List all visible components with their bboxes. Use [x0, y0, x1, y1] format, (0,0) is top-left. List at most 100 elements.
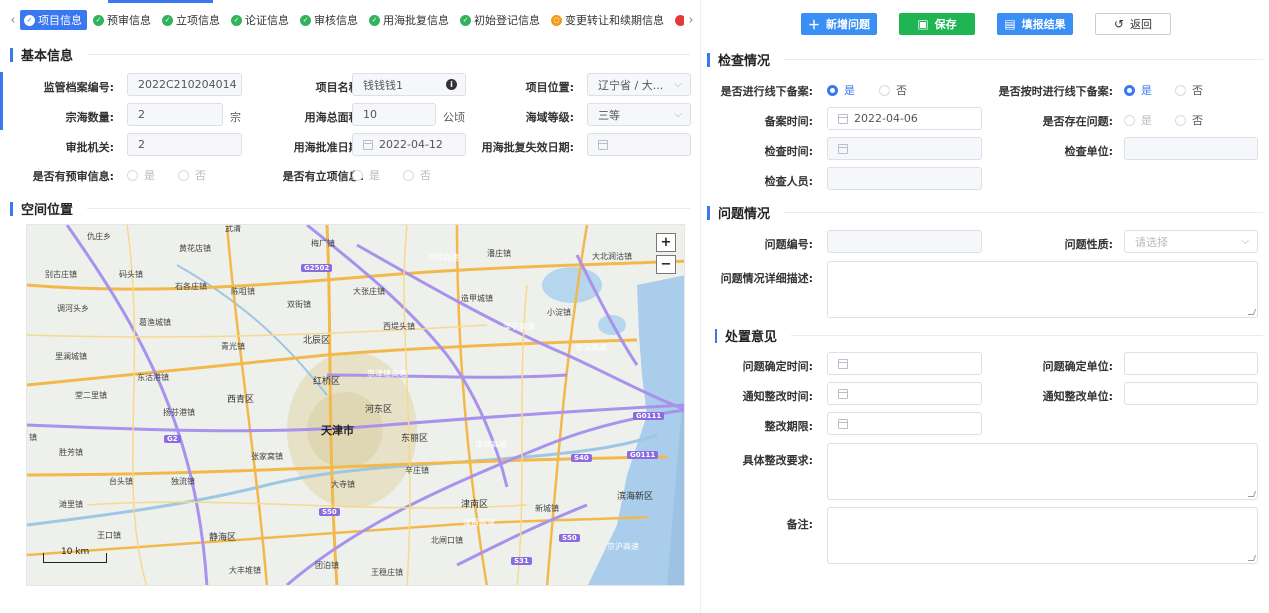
resize-grip-icon[interactable] — [1247, 555, 1257, 561]
check-circle-icon: ✓ — [369, 14, 380, 26]
area-input[interactable]: 10 — [352, 103, 436, 126]
info-icon[interactable]: i — [446, 79, 457, 90]
notify-time-picker[interactable] — [827, 382, 982, 405]
section-title: 处置意见 — [725, 330, 778, 345]
map-place: 台头镇 — [109, 477, 133, 486]
confirm-unit-input[interactable] — [1124, 352, 1258, 375]
map-place: 大北涧沽镇 — [592, 252, 632, 261]
tab-approval-info[interactable]: ✓ 立项信息 — [158, 10, 225, 30]
tab-sea-use-reply[interactable]: ✓ 用海批复信息 — [365, 10, 454, 30]
location-label: 项目位置: — [525, 81, 574, 94]
map-place: 北闸口镇 — [431, 536, 463, 545]
confirm-time-label: 问题确定时间: — [742, 360, 813, 373]
notify-unit-input[interactable] — [1124, 382, 1258, 405]
has-problem-yes-radio[interactable]: 是 — [1124, 112, 1152, 128]
check-unit-input[interactable] — [1124, 137, 1258, 160]
record-time-picker[interactable]: 2022-04-06 — [827, 107, 982, 130]
approve-date-label: 用海批准日期: — [293, 141, 364, 154]
require-textarea[interactable] — [827, 443, 1258, 500]
has-preview-yes-radio[interactable]: 是 — [127, 167, 155, 183]
project-name-input[interactable]: 钱钱钱1 i — [352, 73, 466, 96]
tab-project-info[interactable]: ✓ 项目信息 — [20, 10, 87, 30]
section-bar — [10, 201, 13, 216]
highway-shield: G2502 — [301, 264, 333, 272]
right-panel: ＋新增问题 ▣ 保存 ▤ 填报结果 ↺ 返回 检查情况 是否进行线下备案: 是 否 是… — [700, 0, 1269, 613]
confirm-time-picker[interactable] — [827, 352, 982, 375]
checker-input[interactable] — [827, 167, 982, 190]
ontime-record-yes-radio[interactable]: 是 — [1124, 82, 1152, 98]
tab-bar: ‹ ✓ 项目信息 ✓ 预审信息 ✓ 立项信息 ✓ 论证信息 ✓ 审核信息 ✓ 用海批复信息 … — [6, 9, 698, 31]
map-place: 堂二里镇 — [75, 391, 107, 400]
problem-no-input[interactable] — [827, 230, 982, 253]
zoom-out-button[interactable]: − — [656, 255, 676, 274]
map-view[interactable]: 武清 仇庄乡 黄花店镇 梅厂镇 潘庄镇 大北涧沽镇 别古庄镇 码头镇 石各庄镇 … — [26, 224, 685, 586]
map-place: 西堤头镇 — [383, 322, 415, 331]
offline-record-no-radio[interactable]: 否 — [879, 82, 907, 98]
map-place: 葛渔城镇 — [139, 318, 171, 327]
road-label: 京沪高速 — [607, 542, 639, 551]
pending-circle-icon: ○ — [551, 14, 562, 26]
problem-desc-textarea[interactable] — [827, 261, 1258, 318]
problem-desc-label: 问题情况详细描述: — [720, 272, 813, 285]
check-circle-icon: ✓ — [162, 14, 173, 26]
section-divider — [87, 208, 690, 209]
save-button[interactable]: ▣ 保存 — [899, 13, 975, 35]
problem-no-label: 问题编号: — [764, 238, 813, 251]
location-value: 辽宁省 / 大... — [598, 78, 664, 92]
zoom-in-button[interactable]: + — [656, 233, 676, 252]
section-divider — [784, 212, 1263, 213]
map-place: 红桥区 — [313, 377, 341, 387]
section-title: 空间位置 — [21, 203, 74, 218]
check-time-picker[interactable] — [827, 137, 982, 160]
tab-next-partial[interactable] — [671, 10, 684, 30]
tab-initial-register[interactable]: ✓ 初始登记信息 — [456, 10, 545, 30]
grade-select[interactable]: 三等 ⌵ — [587, 103, 691, 126]
map-place: 别古庄镇 — [45, 270, 77, 279]
back-button[interactable]: ↺ 返回 — [1095, 13, 1171, 35]
problem-nature-select[interactable]: 请选择 ⌵ — [1124, 230, 1258, 253]
map-place: 团泊镇 — [315, 561, 339, 570]
map-place: 河东区 — [365, 405, 393, 415]
tab-scroll-right-icon[interactable]: › — [684, 9, 698, 31]
offline-record-yes-radio[interactable]: 是 — [827, 82, 855, 98]
tab-argument-info[interactable]: ✓ 论证信息 — [227, 10, 294, 30]
add-problem-button[interactable]: ＋新增问题 — [801, 13, 877, 35]
map-place: 静海区 — [209, 533, 237, 543]
tab-review-info[interactable]: ✓ 审核信息 — [296, 10, 363, 30]
plus-icon: ＋ — [807, 17, 820, 32]
expire-date-picker[interactable] — [587, 133, 691, 156]
ontime-record-no-radio[interactable]: 否 — [1175, 82, 1203, 98]
map-place: 王口镇 — [97, 531, 121, 540]
require-label: 具体整改要求: — [742, 454, 813, 467]
undo-icon: ↺ — [1113, 17, 1125, 31]
highway-shield: G0111 — [633, 412, 665, 420]
location-select[interactable]: 辽宁省 / 大... ⌵ — [587, 73, 691, 96]
resize-grip-icon[interactable] — [1247, 309, 1257, 315]
tab-change-transfer[interactable]: ○ 变更转让和续期信息 — [547, 10, 669, 30]
has-project-yes-radio[interactable]: 是 — [352, 167, 380, 183]
check-circle-icon: ✓ — [460, 14, 471, 26]
archive-no-value: 2022C210204014 — [138, 78, 237, 91]
report-result-button[interactable]: ▤ 填报结果 — [997, 13, 1073, 35]
authority-input[interactable]: 2 — [127, 133, 242, 156]
deadline-picker[interactable] — [827, 412, 982, 435]
remark-textarea[interactable] — [827, 507, 1258, 564]
problem-nature-placeholder: 请选择 — [1135, 235, 1168, 249]
tab-scroll-left-icon[interactable]: ‹ — [6, 9, 20, 31]
resize-grip-icon[interactable] — [1247, 491, 1257, 497]
map-place: 独流镇 — [171, 477, 195, 486]
tab-preview-info[interactable]: ✓ 预审信息 — [89, 10, 156, 30]
has-preview-no-radio[interactable]: 否 — [178, 167, 206, 183]
map-place: 武清 — [225, 224, 241, 233]
count-unit: 宗 — [230, 111, 241, 124]
archive-no-input[interactable]: 2022C210204014 — [127, 73, 242, 96]
has-project-no-radio[interactable]: 否 — [403, 167, 431, 183]
check-circle-icon: ✓ — [231, 14, 242, 26]
section-divider — [87, 54, 690, 55]
approve-date-picker[interactable]: 2022-04-12 — [352, 133, 466, 156]
count-input[interactable]: 2 — [127, 103, 223, 126]
notify-unit-label: 通知整改单位: — [1042, 390, 1113, 403]
road-label: 滨保高速 — [427, 253, 459, 262]
has-problem-no-radio[interactable]: 否 — [1175, 112, 1203, 128]
has-problem-label: 是否存在问题: — [1042, 115, 1113, 128]
